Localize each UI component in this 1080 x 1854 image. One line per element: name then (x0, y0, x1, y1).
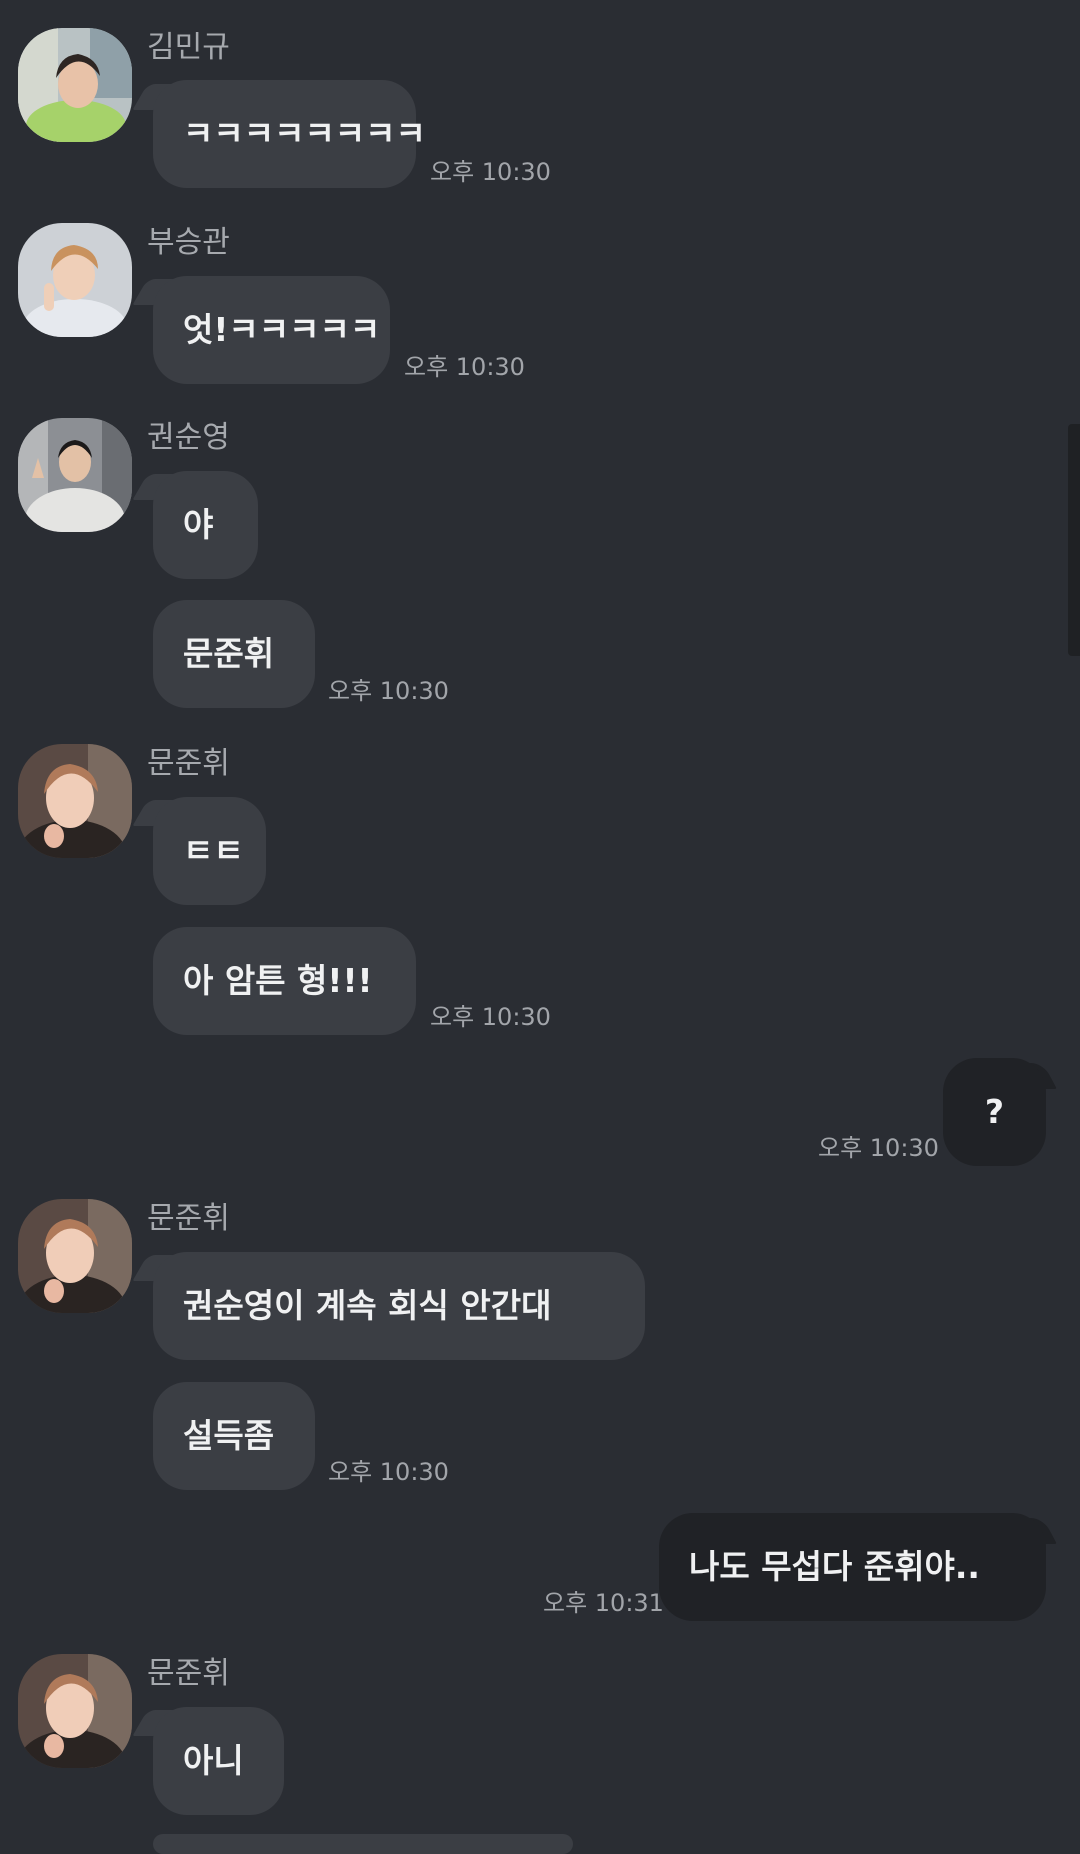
profile-photo-icon (18, 28, 132, 142)
message-timestamp: 오후 10:30 (430, 1003, 551, 1031)
profile-photo-icon (18, 1654, 132, 1768)
sender-name: 문준휘 (147, 1201, 230, 1236)
message-timestamp: 오후 10:30 (404, 353, 525, 381)
chat-message-list[interactable]: 김민규 ㅋㅋㅋㅋㅋㅋㅋㅋ 오후 10:30 부승관 엇!ㅋㅋㅋㅋㅋ 오후 10:… (0, 0, 1080, 1854)
profile-photo-icon (18, 223, 132, 337)
sender-name: 김민규 (147, 30, 230, 65)
profile-photo-icon (18, 1199, 132, 1313)
sender-name: 문준휘 (147, 1656, 230, 1691)
message-bubble[interactable]: 설득좀 (153, 1382, 315, 1490)
avatar[interactable] (18, 223, 132, 337)
message-timestamp: 오후 10:30 (328, 1458, 449, 1486)
avatar[interactable] (18, 744, 132, 858)
scrollbar[interactable] (1068, 424, 1080, 656)
message-bubble[interactable]: 나도 무섭다 준휘야.. (659, 1513, 1046, 1621)
message-bubble[interactable]: 엇!ㅋㅋㅋㅋㅋ (153, 276, 390, 384)
sender-name: 문준휘 (147, 746, 230, 781)
message-bubble-partial[interactable] (153, 1834, 573, 1854)
profile-photo-icon (18, 744, 132, 858)
message-timestamp: 오후 10:31 (543, 1589, 664, 1617)
message-bubble[interactable]: 권순영이 계속 회식 안간대 (153, 1252, 645, 1360)
message-bubble[interactable]: 야 (153, 471, 258, 579)
avatar[interactable] (18, 1199, 132, 1313)
message-bubble[interactable]: 문준휘 (153, 600, 315, 708)
message-bubble[interactable]: ㅋㅋㅋㅋㅋㅋㅋㅋ (153, 80, 426, 188)
profile-photo-icon (18, 418, 132, 532)
message-bubble[interactable]: 아 암튼 형!!! (153, 927, 416, 1035)
avatar[interactable] (18, 28, 132, 142)
message-bubble[interactable]: 아니 (153, 1707, 284, 1815)
message-timestamp: 오후 10:30 (430, 158, 551, 186)
sender-name: 부승관 (147, 225, 230, 260)
message-bubble[interactable]: ? (943, 1058, 1046, 1166)
sender-name: 권순영 (147, 420, 230, 455)
message-timestamp: 오후 10:30 (328, 677, 449, 705)
message-bubble[interactable]: ㅌㅌ (153, 797, 266, 905)
message-timestamp: 오후 10:30 (818, 1134, 939, 1162)
avatar[interactable] (18, 1654, 132, 1768)
avatar[interactable] (18, 418, 132, 532)
